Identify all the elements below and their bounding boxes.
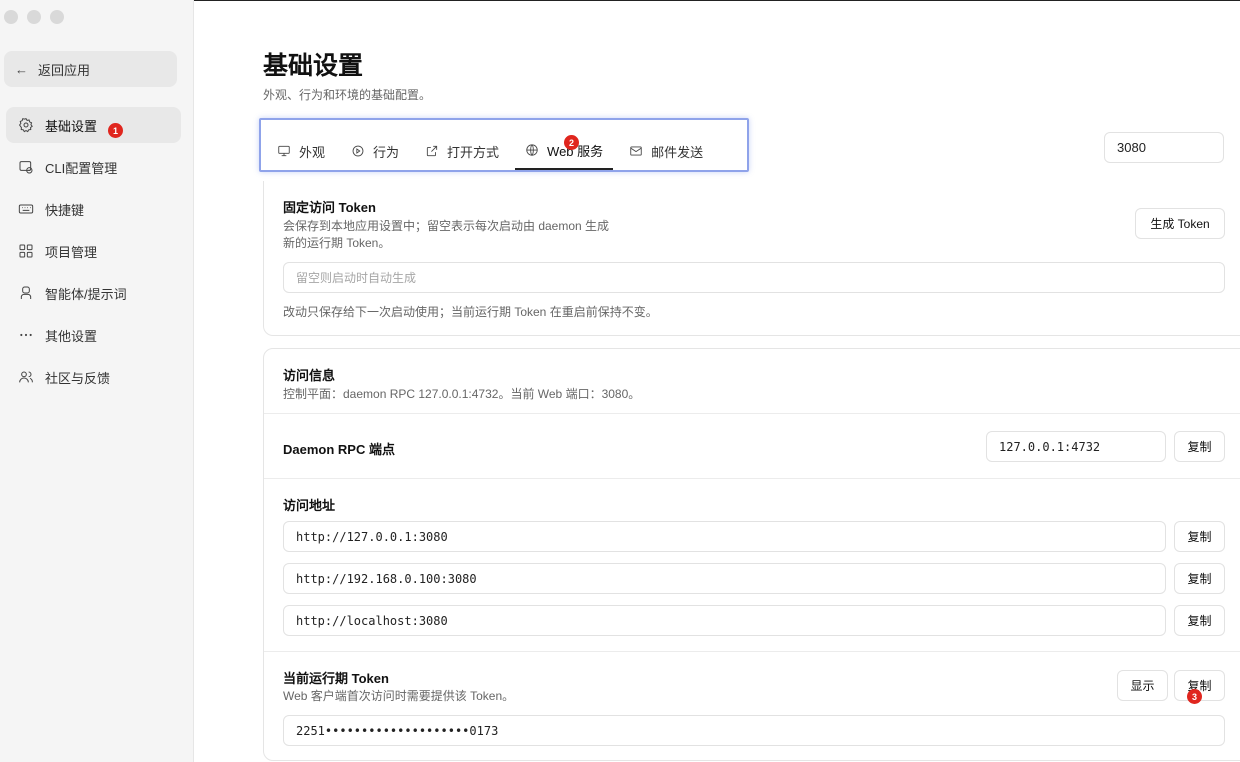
fixed-token-input[interactable]: 留空则启动时自动生成: [283, 262, 1225, 293]
back-to-app-button[interactable]: ← 返回应用: [4, 51, 177, 87]
tab-label: 邮件发送: [651, 144, 704, 160]
web-port-input[interactable]: 3080: [1104, 132, 1224, 163]
tab-email[interactable]: 邮件发送: [619, 132, 713, 170]
sidebar-item-agents-prompts[interactable]: 智能体/提示词: [6, 275, 181, 311]
sidebar-item-label: CLI配置管理: [45, 160, 118, 176]
fixed-token-title: 固定访问 Token: [283, 200, 376, 215]
access-info-title: 访问信息: [283, 368, 336, 383]
fixed-token-note: 改动只保存给下一次启动使用；当前运行期 Token 在重启前保持不变。: [283, 305, 658, 319]
show-token-button[interactable]: 显示: [1117, 670, 1168, 701]
sidebar-item-label: 其他设置: [45, 328, 98, 344]
sidebar-item-community-feedback[interactable]: 社区与反馈: [6, 359, 181, 395]
fixed-token-desc-line2: 新的运行期 Token。: [283, 236, 391, 250]
annotation-marker-3: 3: [1187, 689, 1202, 704]
access-address-field[interactable]: http://192.168.0.100:3080: [283, 563, 1166, 594]
gear-icon: [18, 118, 33, 133]
copy-address-button[interactable]: 复制: [1174, 605, 1225, 636]
zoom-window-button[interactable]: [50, 10, 64, 24]
sidebar-item-basic-settings[interactable]: 基础设置 1: [6, 107, 181, 143]
users-icon: [19, 371, 33, 383]
access-address-field[interactable]: http://127.0.0.1:3080: [283, 521, 1166, 552]
page-title: 基础设置: [263, 52, 364, 80]
settings-tabs: 外观 行为 打开方式 Web 服务 2 邮件发送: [259, 118, 749, 172]
divider: [264, 413, 1240, 414]
tab-open-with[interactable]: 打开方式: [415, 132, 509, 170]
tab-label: 外观: [299, 144, 326, 160]
tab-label: 打开方式: [447, 144, 500, 160]
sidebar-item-projects[interactable]: 项目管理: [6, 233, 181, 269]
copy-rpc-button[interactable]: 复制: [1174, 431, 1225, 462]
sidebar-item-other-settings[interactable]: 其他设置: [6, 317, 181, 353]
sidebar-item-shortcuts[interactable]: 快捷键: [6, 191, 181, 227]
generate-token-button[interactable]: 生成 Token: [1135, 208, 1225, 239]
cli-config-icon: [19, 161, 33, 174]
copy-address-button[interactable]: 复制: [1174, 563, 1225, 594]
copy-address-button[interactable]: 复制: [1174, 521, 1225, 552]
access-address-field[interactable]: http://localhost:3080: [283, 605, 1166, 636]
sidebar-item-label: 项目管理: [45, 244, 98, 260]
mail-icon: [630, 146, 642, 156]
annotation-marker-1: 1: [108, 123, 123, 138]
tab-label: 行为: [373, 144, 400, 160]
tab-behavior[interactable]: 行为: [341, 132, 409, 170]
globe-icon: [526, 144, 538, 156]
window-controls: [4, 10, 64, 24]
fixed-token-desc-line1: 会保存到本地应用设置中；留空表示每次启动由 daemon 生成: [283, 219, 610, 233]
sidebar-item-label: 智能体/提示词: [45, 286, 127, 302]
runtime-token-field[interactable]: 2251••••••••••••••••••••0173: [283, 715, 1225, 746]
sidebar-nav: 基础设置 1 CLI配置管理 快捷键 项目管理 智能体/提示词 其他设置 社区与…: [6, 107, 181, 401]
minimize-window-button[interactable]: [27, 10, 41, 24]
behavior-icon: [352, 145, 364, 157]
sidebar-item-label: 基础设置: [45, 118, 98, 134]
more-icon: [20, 333, 32, 337]
arrow-left-icon: ←: [15, 61, 28, 77]
runtime-token-title: 当前运行期 Token: [283, 671, 389, 686]
sidebar-item-label: 快捷键: [45, 202, 85, 218]
rpc-endpoint-label: Daemon RPC 端点: [283, 442, 395, 457]
monitor-icon: [278, 145, 290, 157]
divider: [264, 478, 1240, 479]
back-to-app-label: 返回应用: [38, 62, 91, 78]
access-info-desc: 控制平面：daemon RPC 127.0.0.1:4732。当前 Web 端口…: [283, 387, 641, 401]
rpc-endpoint-field[interactable]: 127.0.0.1:4732: [986, 431, 1166, 462]
agent-icon: [20, 286, 32, 299]
tab-appearance[interactable]: 外观: [267, 132, 335, 170]
close-window-button[interactable]: [4, 10, 18, 24]
keyboard-icon: [18, 204, 34, 214]
window-top-border: [194, 0, 1240, 1]
annotation-marker-2: 2: [564, 135, 580, 150]
access-info-card: 访问信息 控制平面：daemon RPC 127.0.0.1:4732。当前 W…: [263, 348, 1240, 761]
sidebar: ← 返回应用 基础设置 1 CLI配置管理 快捷键 项目管理 智能体/提示词 其…: [0, 0, 194, 762]
divider: [264, 651, 1240, 652]
external-link-icon: [426, 145, 438, 157]
runtime-token-desc: Web 客户端首次访问时需要提供该 Token。: [283, 689, 515, 703]
sidebar-item-cli-config[interactable]: CLI配置管理: [6, 149, 181, 185]
access-address-title: 访问地址: [283, 498, 336, 513]
sidebar-item-label: 社区与反馈: [45, 370, 111, 386]
main-content: 基础设置 外观、行为和环境的基础配置。 外观 行为 打开方式 Web 服务 2 …: [194, 0, 1240, 762]
fixed-token-card: 固定访问 Token 会保存到本地应用设置中；留空表示每次启动由 daemon …: [263, 181, 1240, 336]
page-subtitle: 外观、行为和环境的基础配置。: [263, 88, 432, 102]
copy-token-button[interactable]: 复制 3: [1174, 670, 1225, 704]
grid-icon: [19, 244, 33, 258]
tab-web-service[interactable]: Web 服务 2: [515, 132, 614, 170]
